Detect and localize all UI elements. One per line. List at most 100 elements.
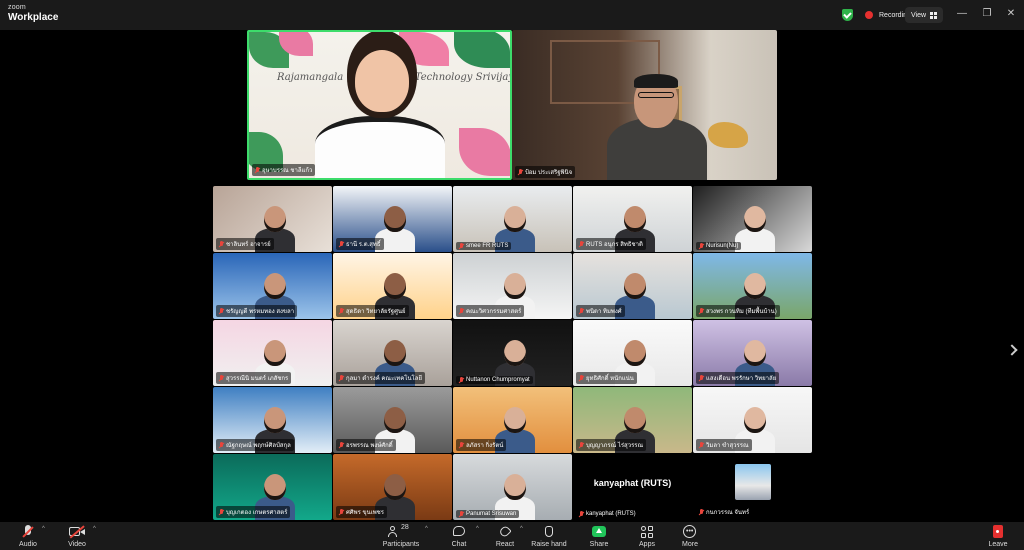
- participant-name: อุษาบรรณ ชาลีแก้ว: [252, 164, 316, 176]
- audio-options-caret-icon[interactable]: ^: [42, 526, 45, 532]
- close-button[interactable]: ✕: [1001, 8, 1021, 20]
- participant-name: คณะวิศวกรรมศาสตร์: [456, 305, 525, 317]
- muted-mic-icon: [578, 375, 584, 381]
- participant-tile[interactable]: คณะวิศวกรรมศาสตร์: [453, 253, 572, 319]
- participant-tile[interactable]: ยุทธิศักดิ์ หนักแน่น: [573, 320, 692, 386]
- muted-mic-icon: [517, 169, 523, 175]
- muted-mic-icon: [458, 442, 464, 448]
- participants-caret-icon[interactable]: ^: [425, 526, 428, 532]
- participant-tile[interactable]: ชาลินทร์ อาจารย์: [213, 186, 332, 252]
- participant-tile[interactable]: กุลมา ดำรงค์ คณะเทคโนโลยี: [333, 320, 452, 386]
- participant-name: Nurisun(Nu): [696, 242, 742, 250]
- participant-tile[interactable]: สุดธิดา วิทยาลัยรัฐศูนย์: [333, 253, 452, 319]
- muted-mic-icon: [698, 375, 704, 381]
- restore-button[interactable]: ❐: [977, 8, 997, 20]
- participant-tile[interactable]: kanyaphat (RUTS) kanyaphat (RUTS): [573, 454, 692, 520]
- security-shield-icon[interactable]: [842, 9, 853, 21]
- muted-mic-icon: [458, 511, 464, 517]
- muted-mic-icon: [578, 308, 584, 314]
- participant-name: smee FR RUTS: [456, 242, 512, 250]
- speaker-tile-2[interactable]: ป้อม ประเสริฐพินิจ: [512, 30, 777, 180]
- video-options-caret-icon[interactable]: ^: [93, 526, 96, 532]
- muted-mic-icon: [338, 509, 344, 515]
- brand-big: Workplace: [8, 12, 59, 23]
- minimize-button[interactable]: —: [952, 8, 972, 20]
- muted-mic-icon: [458, 243, 464, 249]
- participant-name: ป้อม ประเสริฐพินิจ: [515, 166, 576, 178]
- participant-tile[interactable]: Nurisun(Nu): [693, 186, 812, 252]
- participant-tile[interactable]: สุวรรณีนิ มนตร์ เภสัชกร: [213, 320, 332, 386]
- muted-mic-icon: [698, 243, 704, 249]
- leave-door-icon: [991, 525, 1005, 539]
- participant-tile[interactable]: RUTS อนุกร สิทธิชาติ: [573, 186, 692, 252]
- participant-name: ยุทธิศักดิ์ หนักแน่น: [576, 372, 637, 384]
- hand-icon: [543, 525, 555, 539]
- audio-button[interactable]: Audio: [2, 525, 54, 548]
- leave-button[interactable]: Leave: [972, 525, 1024, 548]
- participant-name: บุญเกตอง เกษตรศาสตร์: [216, 506, 291, 518]
- participant-tile[interactable]: อรพรรณ พงษ์ศักดิ์: [333, 387, 452, 453]
- muted-mic-icon: [578, 511, 584, 517]
- more-button[interactable]: ••• More: [664, 525, 716, 548]
- muted-mic-icon: [458, 308, 464, 314]
- participant-tile[interactable]: สวงพร กวนทิม (ทีมพื้นบ้าน): [693, 253, 812, 319]
- participant-name: ณัฐกฤษณ์ พฤกษ์ศิลป์สกุล: [216, 439, 294, 451]
- apps-icon: [640, 525, 654, 539]
- participant-tile[interactable]: กนกวรรณ จันทร์: [693, 454, 812, 520]
- muted-mic-icon: [578, 442, 584, 448]
- participant-name: ศศิพร ขุนเพชร: [336, 506, 387, 518]
- participant-name: บุญญาภรณ์ ไร่สุวรรณ: [576, 439, 647, 451]
- participants-icon: 28: [384, 524, 418, 539]
- view-button[interactable]: View: [905, 7, 943, 23]
- muted-mic-icon: [218, 308, 224, 314]
- speaker-tile-1[interactable]: Rajamangala University of Technology Sri…: [247, 30, 512, 180]
- title-bar: zoom Workplace Recording View — ❐ ✕: [0, 0, 1024, 30]
- participants-button[interactable]: 28 Participants: [375, 524, 427, 548]
- participant-tile[interactable]: ศศิพร ขุนเพชร: [333, 454, 452, 520]
- participant-tile[interactable]: ธานี ร.ต.สุทธิ์: [333, 186, 452, 252]
- muted-mic-icon: [254, 167, 260, 173]
- participant-name: กุลมา ดำรงค์ คณะเทคโนโลยี: [336, 372, 425, 384]
- participant-name: RUTS อนุกร สิทธิชาติ: [576, 238, 646, 250]
- participant-tile[interactable]: แสงเดือน พรรักษา วิทยาลัย: [693, 320, 812, 386]
- participant-tile[interactable]: ลภัสรา กิ่งรัตน์: [453, 387, 572, 453]
- muted-mic-icon: [338, 375, 344, 381]
- participant-tile[interactable]: smee FR RUTS: [453, 186, 572, 252]
- muted-mic-icon: [338, 442, 344, 448]
- participant-name: Nuttanon Chumpromyat: [456, 376, 533, 384]
- camera-off-icon: [69, 525, 85, 539]
- brand-small: zoom: [8, 4, 26, 11]
- muted-mic-icon: [338, 241, 344, 247]
- share-screen-icon: [592, 525, 606, 539]
- muted-mic-icon: [22, 525, 34, 539]
- participant-tile[interactable]: ณัฐกฤษณ์ พฤกษ์ศิลป์สกุล: [213, 387, 332, 453]
- muted-mic-icon: [698, 509, 704, 515]
- participant-tile[interactable]: Nuttanon Chumpromyat: [453, 320, 572, 386]
- participant-name: กนกวรรณ จันทร์: [696, 506, 753, 518]
- participant-tile[interactable]: ชรัญญดี พรหมทอง สงขลา: [213, 253, 332, 319]
- participant-name: วิมลา ขำสุวรรณ: [696, 439, 752, 451]
- muted-mic-icon: [458, 377, 464, 383]
- meeting-toolbar: Audio ^ Video ^ 28 Participants ^ Chat ^…: [0, 522, 1024, 550]
- participant-name: Panumat Srisuwan: [456, 510, 520, 518]
- participant-name: สุวรรณีนิ มนตร์ เภสัชกร: [216, 372, 292, 384]
- heart-icon: [498, 524, 512, 539]
- participant-tile[interactable]: พนิดา ทิมพงศ์: [573, 253, 692, 319]
- record-dot-icon: [865, 11, 873, 19]
- recording-indicator[interactable]: Recording: [842, 7, 911, 23]
- next-page-arrow-icon[interactable]: [1006, 344, 1018, 356]
- zoom-logo: zoom Workplace: [8, 4, 58, 23]
- muted-mic-icon: [218, 375, 224, 381]
- muted-mic-icon: [698, 308, 704, 314]
- muted-mic-icon: [218, 442, 224, 448]
- participant-tile[interactable]: บุญเกตอง เกษตรศาสตร์: [213, 454, 332, 520]
- participant-tile[interactable]: Panumat Srisuwan: [453, 454, 572, 520]
- participant-name: ลภัสรา กิ่งรัตน์: [456, 439, 507, 451]
- share-button[interactable]: Share: [573, 525, 625, 548]
- participant-display-name: kanyaphat (RUTS): [593, 478, 672, 488]
- participant-tile[interactable]: วิมลา ขำสุวรรณ: [693, 387, 812, 453]
- raise-hand-button[interactable]: Raise hand: [523, 525, 575, 548]
- participant-name: แสงเดือน พรรักษา วิทยาลัย: [696, 372, 780, 384]
- participant-tile[interactable]: บุญญาภรณ์ ไร่สุวรรณ: [573, 387, 692, 453]
- more-dots-icon: •••: [683, 525, 697, 539]
